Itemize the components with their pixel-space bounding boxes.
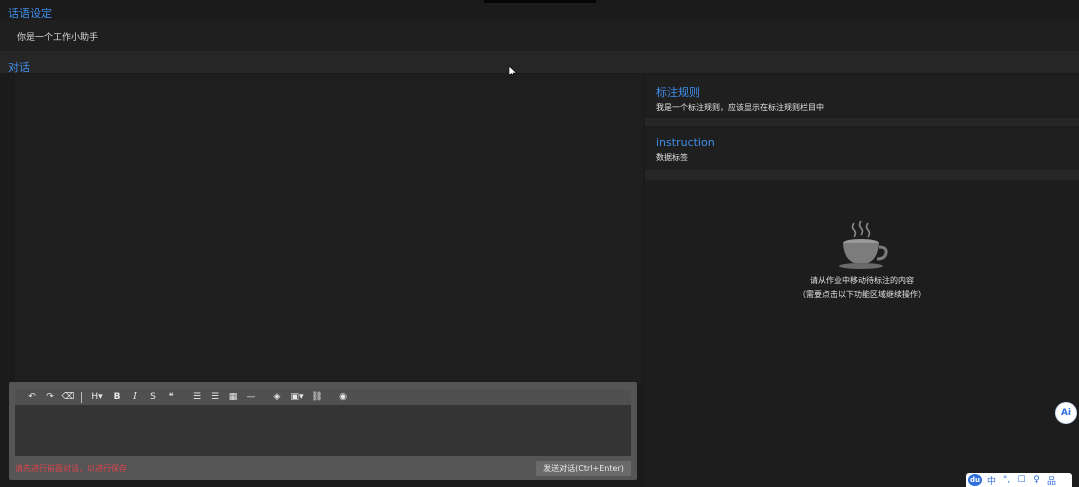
image-dropdown-icon[interactable]: ▣▾ [286, 390, 308, 404]
coffee-cup-icon [839, 220, 888, 269]
rules-card-body: 我是一个标注规则，应该显示在标注规则栏目中 [656, 103, 824, 112]
top-window-bar [484, 0, 596, 3]
empty-state-line2: （需要点击以下功能区域继续操作） [798, 290, 926, 299]
prompt-text: 你是一个工作小助手 [17, 33, 99, 43]
prompt-row: 你是一个工作小助手 [0, 20, 1079, 51]
chat-message-area [15, 74, 643, 384]
instruction-card-title: instruction [656, 136, 715, 149]
rules-card: 标注规则 我是一个标注规则，应该显示在标注规则栏目中 [645, 76, 1079, 116]
horizontal-rule-icon[interactable]: — [242, 390, 260, 404]
ime-user-icon[interactable]: ♀ [1031, 475, 1042, 485]
editor-warning-text: 请先进行前面对话，以进行保存 [15, 464, 127, 473]
card-divider [645, 118, 1079, 126]
clear-format-icon[interactable]: ⌫ [59, 390, 77, 404]
ime-keyboard-icon[interactable]: ☐ [1016, 475, 1027, 485]
bullet-list-icon[interactable]: ☰ [188, 390, 206, 404]
toolbar-separator [81, 391, 82, 403]
ime-toolbar: du 中 °, ☐ ♀ 品 [966, 473, 1072, 487]
ime-logo-icon[interactable]: du [968, 474, 982, 486]
undo-icon[interactable]: ↶ [23, 390, 41, 404]
editor-toolbar: ↶ ↷ ⌫ H▾ B I S ❝ ☰ ☰ ▦ — ◈ ▣▾ ⛓ ◉ [15, 389, 631, 405]
empty-state: 请从作业中移动待标注的内容 （需要点击以下功能区域继续操作） [645, 219, 1079, 300]
link-icon[interactable]: ⛓ [308, 390, 326, 404]
message-editor: ↶ ↷ ⌫ H▾ B I S ❝ ☰ ☰ ▦ — ◈ ▣▾ ⛓ ◉ 请先进行前面… [9, 382, 637, 480]
empty-state-line1: 请从作业中移动待标注的内容 [810, 276, 914, 285]
ime-skin-icon[interactable]: 品 [1046, 474, 1057, 487]
right-panel: 标注规则 我是一个标注规则，应该显示在标注规则栏目中 instruction 数… [645, 74, 1079, 487]
italic-icon[interactable]: I [126, 390, 144, 404]
heading-dropdown-icon[interactable]: H▾ [86, 390, 108, 404]
card-divider [645, 170, 1079, 180]
quote-icon[interactable]: ❝ [162, 390, 180, 404]
ai-icon: Ai [1060, 408, 1072, 418]
rules-card-title: 标注规则 [656, 86, 700, 99]
instruction-card-body: 数据标签 [656, 153, 688, 162]
table-icon[interactable]: ▦ [224, 390, 242, 404]
strikethrough-icon[interactable]: S [144, 390, 162, 404]
ime-chinese-toggle[interactable]: 中 [986, 474, 997, 487]
message-input[interactable] [15, 405, 631, 456]
redo-icon[interactable]: ↷ [41, 390, 59, 404]
preview-eye-icon[interactable]: ◉ [334, 390, 352, 404]
ordered-list-icon[interactable]: ☰ [206, 390, 224, 404]
prompt-section-title: 话语设定 [8, 7, 52, 20]
ime-punctuation-icon[interactable]: °, [1001, 475, 1012, 485]
ai-assistant-button[interactable]: Ai [1055, 402, 1077, 424]
send-button[interactable]: 发送对话(Ctrl+Enter) [536, 461, 631, 476]
highlight-icon[interactable]: ◈ [268, 390, 286, 404]
section-divider [0, 51, 1079, 73]
bold-icon[interactable]: B [108, 390, 126, 404]
dialog-section-title: 对话 [8, 61, 30, 74]
